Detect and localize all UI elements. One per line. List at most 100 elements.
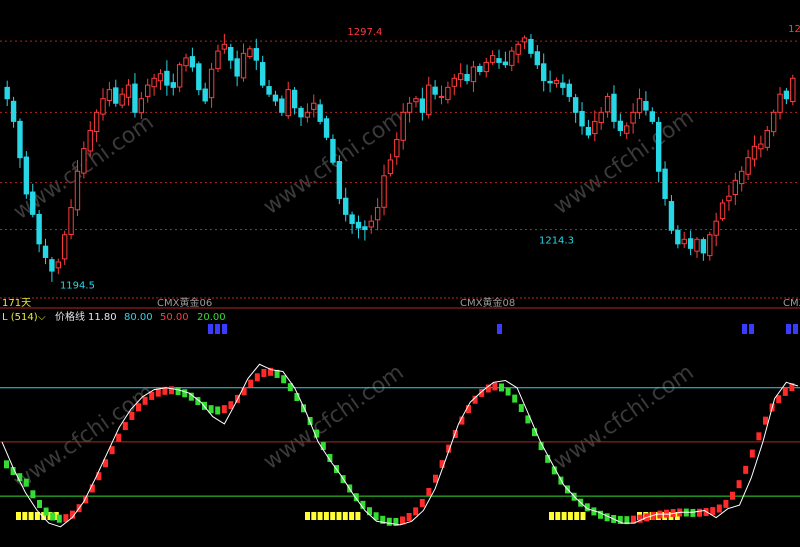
candle-body — [553, 80, 560, 84]
candle-body — [528, 38, 534, 54]
indicator-dot — [30, 490, 36, 499]
candle-body — [483, 61, 489, 73]
sell-signal-marker — [793, 324, 798, 334]
buy-signal-marker — [567, 512, 573, 520]
candle-body — [426, 84, 432, 116]
candle-body — [234, 58, 240, 77]
indicator-dot — [155, 388, 161, 397]
candle-body — [655, 121, 662, 172]
candle-body — [61, 234, 68, 260]
indicator-dot — [56, 514, 62, 523]
candle-body — [330, 138, 336, 163]
indicator-name[interactable]: L (514) — [2, 312, 38, 323]
candle-body — [4, 86, 10, 100]
buy-signal-marker — [317, 512, 323, 520]
sell-signal-marker — [786, 324, 791, 334]
candle-body — [368, 220, 374, 228]
indicator-dot — [367, 507, 372, 516]
watermark: www.cfchi.com — [549, 105, 698, 220]
candle-body — [438, 95, 445, 98]
indicator-dot — [96, 472, 102, 481]
candle-body — [579, 111, 585, 127]
candle-body — [572, 97, 579, 113]
contract-label: CMX黄金06 — [157, 296, 212, 309]
candle-body — [247, 48, 253, 58]
watermark: www.cfchi.com — [549, 360, 698, 475]
candle-body — [770, 111, 777, 133]
candle-body — [202, 88, 208, 102]
candle-body — [93, 111, 100, 132]
candle-body — [196, 63, 202, 91]
candle-body — [726, 195, 732, 202]
candle-body — [189, 56, 196, 68]
buy-signal-marker — [342, 512, 348, 520]
buy-signal-marker — [330, 512, 336, 520]
candle-body — [304, 111, 311, 118]
sell-signal-marker — [208, 324, 213, 334]
candle-body — [521, 37, 528, 43]
candle-body — [10, 100, 17, 122]
buy-signal-marker — [305, 512, 310, 520]
sell-signal-marker — [497, 324, 502, 334]
indicator-dot — [518, 404, 524, 413]
candle-body — [30, 191, 36, 215]
candle-body — [457, 73, 464, 81]
candle-body — [170, 82, 176, 88]
indicator-dot — [763, 416, 768, 425]
candle-body — [157, 73, 164, 82]
buy-signal-marker — [336, 512, 342, 520]
indicator-dot — [43, 507, 49, 516]
buy-signal-marker — [561, 512, 567, 520]
indicator-dot — [730, 491, 735, 500]
indicator-dot — [175, 387, 181, 396]
indicator-dot — [749, 449, 755, 458]
candle-body — [419, 98, 426, 113]
indicator-dot — [122, 422, 128, 431]
candle-body — [100, 98, 106, 115]
indicator-dot — [413, 507, 419, 516]
candle-body — [432, 86, 438, 95]
indicator-dot — [353, 493, 359, 502]
sell-signal-marker — [749, 324, 754, 334]
level-low-value: 20.00 — [197, 312, 226, 323]
contract-label: CMX黄 — [783, 296, 800, 309]
indicator-dot — [485, 384, 491, 393]
candle-body — [515, 43, 521, 55]
candle-body — [55, 261, 61, 269]
candle-body — [221, 43, 228, 50]
candle-body — [291, 89, 298, 109]
candle-body — [662, 168, 668, 199]
candle-body — [611, 93, 617, 122]
sell-signal-marker — [222, 324, 227, 334]
buy-signal-marker — [22, 512, 28, 520]
indicator-dot — [182, 389, 188, 398]
indicator-dot — [406, 512, 412, 521]
candle-body — [17, 120, 23, 159]
indicator-dot — [492, 382, 498, 391]
candle-body — [668, 201, 675, 231]
indicator-dot — [782, 387, 788, 396]
indicator-dot — [221, 405, 227, 414]
chevron-down-icon[interactable]: ⌵ — [38, 312, 46, 323]
buy-signal-marker — [28, 512, 34, 520]
candle-body — [317, 104, 323, 122]
indicator-dot — [776, 395, 782, 404]
signal-markers — [16, 324, 798, 520]
candle-body — [541, 63, 547, 82]
candle-body — [470, 66, 477, 83]
candle-body — [164, 70, 170, 86]
watermark: www.cfchi.com — [9, 380, 158, 495]
candle-body — [534, 51, 541, 66]
indicator-dot — [254, 373, 260, 382]
indicator-dot — [723, 499, 729, 508]
candle-body — [489, 55, 496, 63]
indicator-dot — [697, 508, 702, 517]
indicator-dot — [499, 383, 504, 392]
candle-body — [336, 161, 343, 199]
price-annotation-label: 1298.8 — [788, 24, 800, 35]
candle-body — [74, 170, 81, 211]
candle-body — [215, 50, 221, 70]
candle-body — [374, 207, 381, 221]
candle-body — [694, 238, 700, 252]
candle-body — [751, 145, 758, 160]
